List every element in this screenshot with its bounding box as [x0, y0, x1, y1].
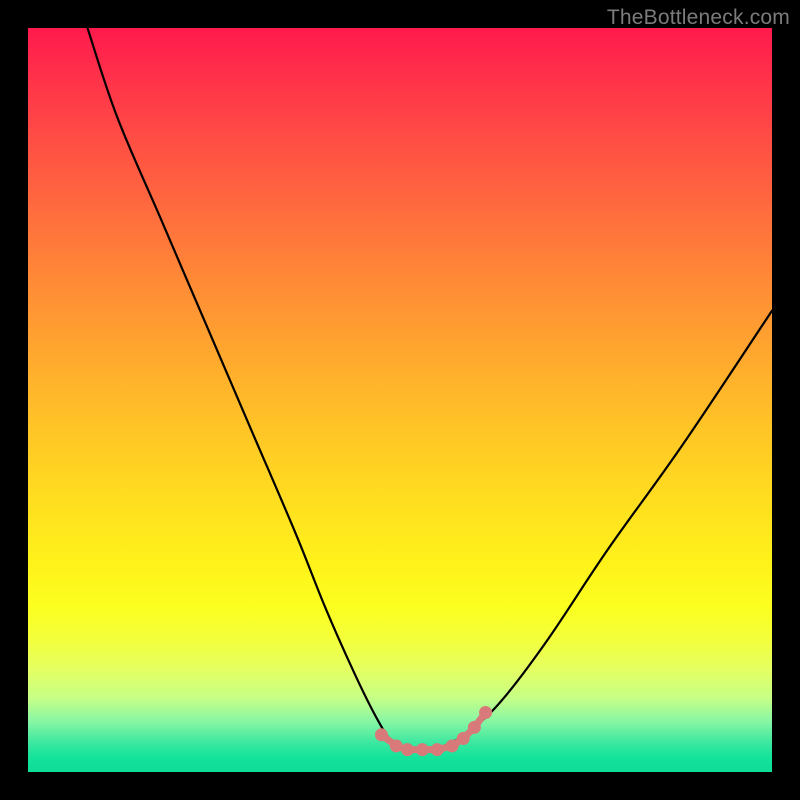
chart-frame: TheBottleneck.com	[0, 0, 800, 800]
bottleneck-curve	[88, 28, 772, 751]
marker-dot	[390, 739, 403, 752]
marker-dot	[401, 743, 414, 756]
plot-area	[28, 28, 772, 772]
marker-dot	[431, 743, 444, 756]
marker-dot	[468, 721, 481, 734]
highlight-markers	[375, 706, 492, 756]
marker-dot	[479, 706, 492, 719]
marker-dot	[375, 728, 388, 741]
marker-dot	[446, 739, 459, 752]
watermark-text: TheBottleneck.com	[607, 6, 790, 30]
marker-dot	[457, 732, 470, 745]
marker-dot	[416, 743, 429, 756]
curve-layer	[28, 28, 772, 772]
